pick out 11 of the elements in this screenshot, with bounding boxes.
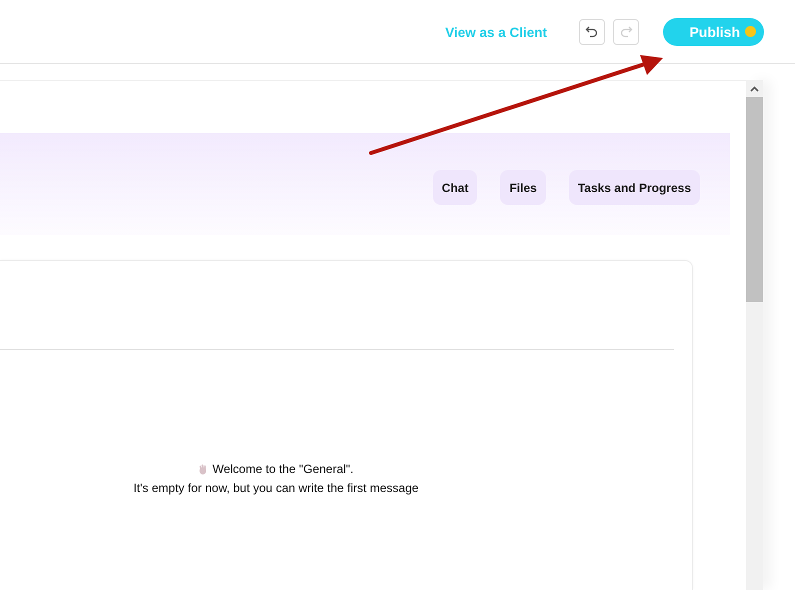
empty-chat-hint: It's empty for now, but you can write the first message — [133, 480, 419, 497]
header-tab[interactable]: Files — [500, 170, 546, 205]
undo-button[interactable] — [579, 18, 605, 44]
scroll-up-icon[interactable] — [750, 86, 759, 92]
undo-icon — [585, 24, 599, 38]
redo-icon — [619, 24, 633, 38]
header-tab[interactable]: Chat — [432, 170, 478, 205]
welcome-text: Welcome to the "General". — [212, 461, 354, 478]
scrollbar[interactable] — [746, 80, 763, 590]
waving-hand-icon — [198, 464, 208, 475]
header-tab[interactable]: Tasks and Progress — [568, 170, 700, 205]
